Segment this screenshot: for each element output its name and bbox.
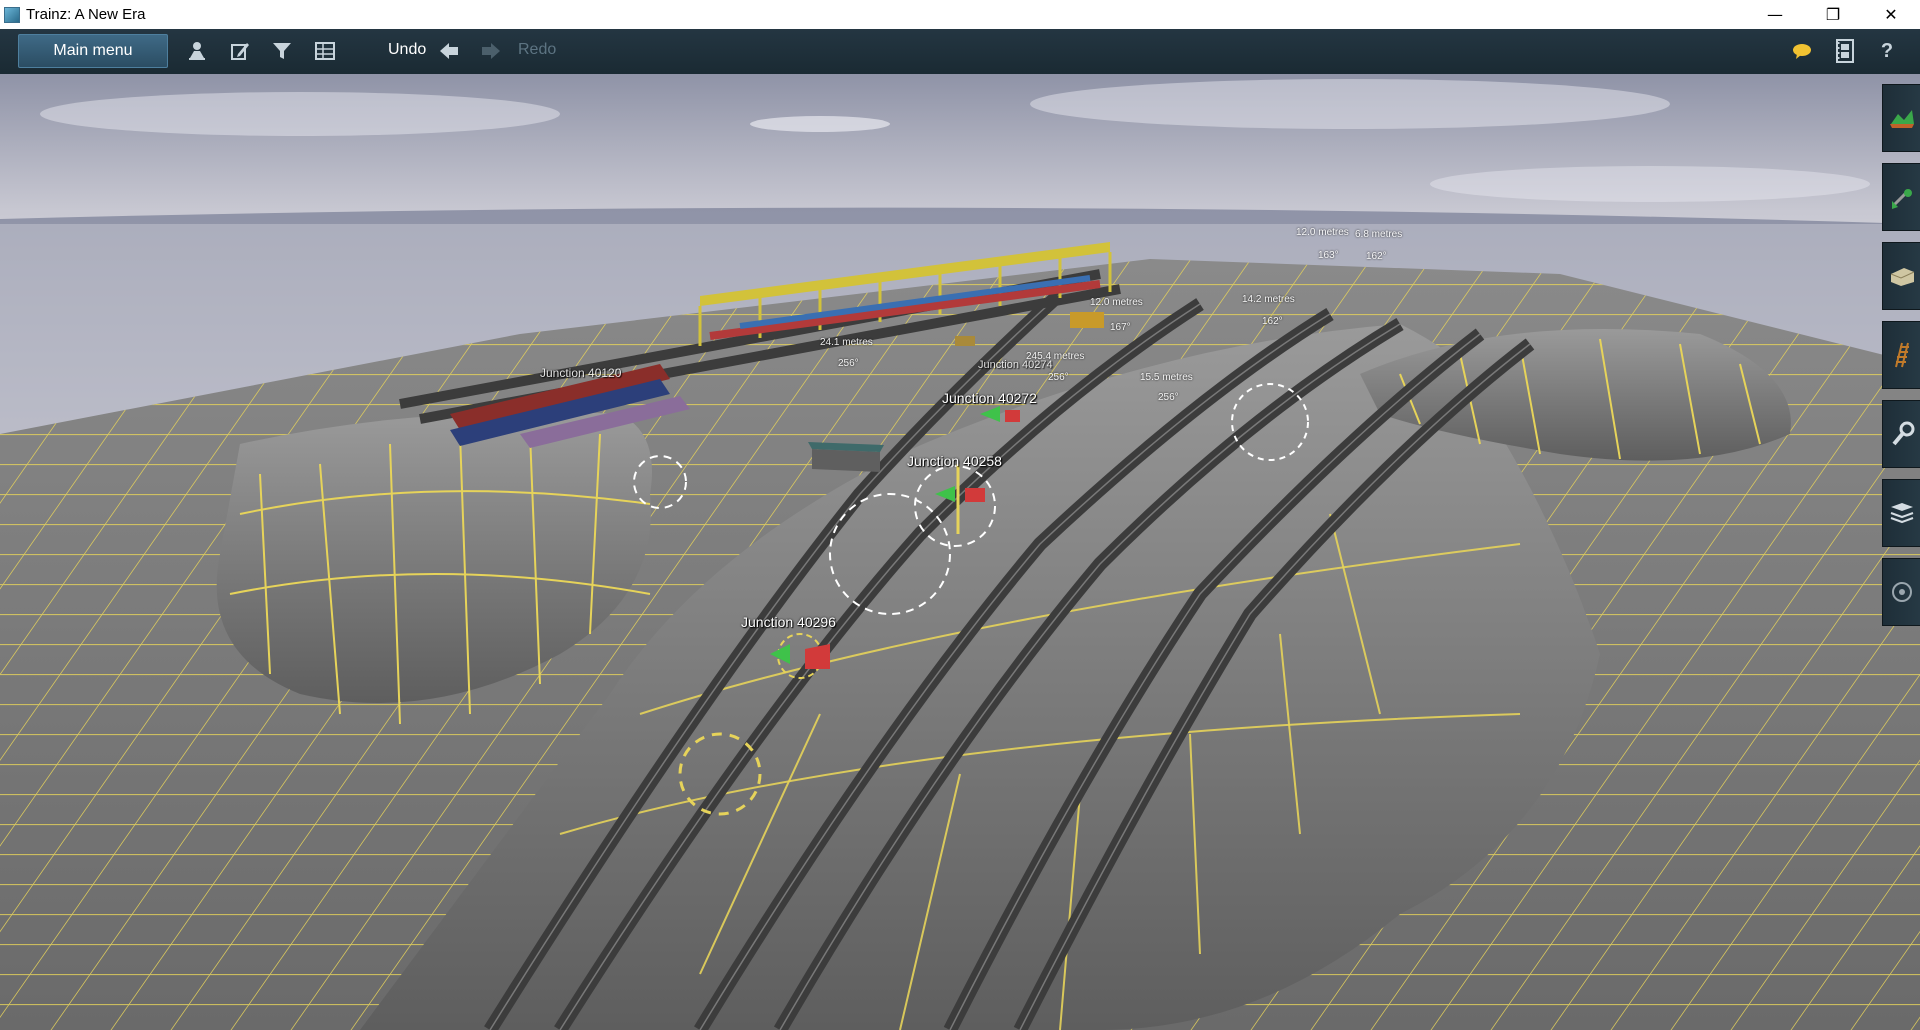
camera-tool-icon (1891, 582, 1912, 602)
angle-label: 162° (1366, 251, 1387, 262)
measurement-label: 14.2 metres (1242, 294, 1295, 305)
window-controls: — ❐ ✕ (1746, 0, 1920, 29)
junction-label[interactable]: Junction 40120 (540, 366, 621, 380)
measurement-label: 6.8 metres (1355, 229, 1403, 240)
minimize-button[interactable]: — (1746, 0, 1804, 29)
station-building (808, 442, 884, 472)
measurement-label: 245.4 metres (1026, 351, 1085, 362)
layers-tool-button[interactable] (1882, 479, 1920, 547)
measurement-label: 24.1 metres (820, 337, 873, 348)
3d-viewport[interactable]: Junction 40296 Junction 40258 Junction 4… (0, 74, 1920, 1030)
terrain-tool-button[interactable] (1882, 84, 1920, 152)
undo-arrow-icon[interactable] (437, 39, 461, 63)
camera-tool-button[interactable] (1882, 558, 1920, 626)
objects-tool-button[interactable] (1882, 242, 1920, 310)
restore-button[interactable]: ❐ (1804, 0, 1862, 29)
angle-label: 162° (1262, 316, 1283, 327)
tool-side-panel (1882, 84, 1920, 637)
film-icon[interactable] (1833, 39, 1857, 63)
angle-label: 256° (1048, 372, 1069, 383)
junction-label[interactable]: Junction 40258 (907, 453, 1002, 469)
window-title: Trainz: A New Era (26, 6, 146, 23)
measurement-label: 12.0 metres (1090, 297, 1143, 308)
filter-icon[interactable] (270, 39, 294, 63)
scene-render (0, 74, 1920, 1030)
angle-label: 167° (1110, 322, 1131, 333)
redo-button[interactable]: Redo (518, 41, 556, 59)
window-titlebar: Trainz: A New Era — ❐ ✕ (0, 0, 1920, 30)
edit-icon[interactable] (228, 39, 252, 63)
main-menu-button[interactable]: Main menu (18, 34, 168, 68)
measurement-label: 12.0 metres (1296, 227, 1349, 238)
track-tool-button[interactable] (1882, 321, 1920, 389)
settings-tool-button[interactable] (1882, 400, 1920, 468)
close-button[interactable]: ✕ (1862, 0, 1920, 29)
measurement-label: 15.5 metres (1140, 372, 1193, 383)
angle-label: 163° (1318, 250, 1339, 261)
track-tool-icon (1894, 342, 1909, 368)
angle-label: 256° (1158, 392, 1179, 403)
chat-icon[interactable] (1790, 39, 1814, 63)
terrain-tool-icon (1889, 110, 1914, 128)
grid-icon[interactable] (313, 39, 337, 63)
paint-tool-button[interactable] (1882, 163, 1920, 231)
redo-arrow-icon[interactable] (479, 39, 503, 63)
help-icon[interactable]: ? (1875, 39, 1899, 63)
angle-label: 256° (838, 358, 859, 369)
paint-tool-icon (1891, 189, 1912, 209)
undo-button[interactable]: Undo (388, 41, 426, 59)
layers-tool-icon (1890, 503, 1913, 524)
editor-toolbar: Main menu Undo Redo ? (0, 29, 1920, 75)
junction-label[interactable]: Junction 40296 (741, 614, 836, 630)
junction-label[interactable]: Junction 40272 (942, 390, 1037, 406)
objects-tool-icon (1890, 268, 1914, 286)
person-icon[interactable] (185, 39, 209, 63)
settings-tool-icon (1891, 421, 1914, 446)
app-icon (4, 6, 20, 23)
